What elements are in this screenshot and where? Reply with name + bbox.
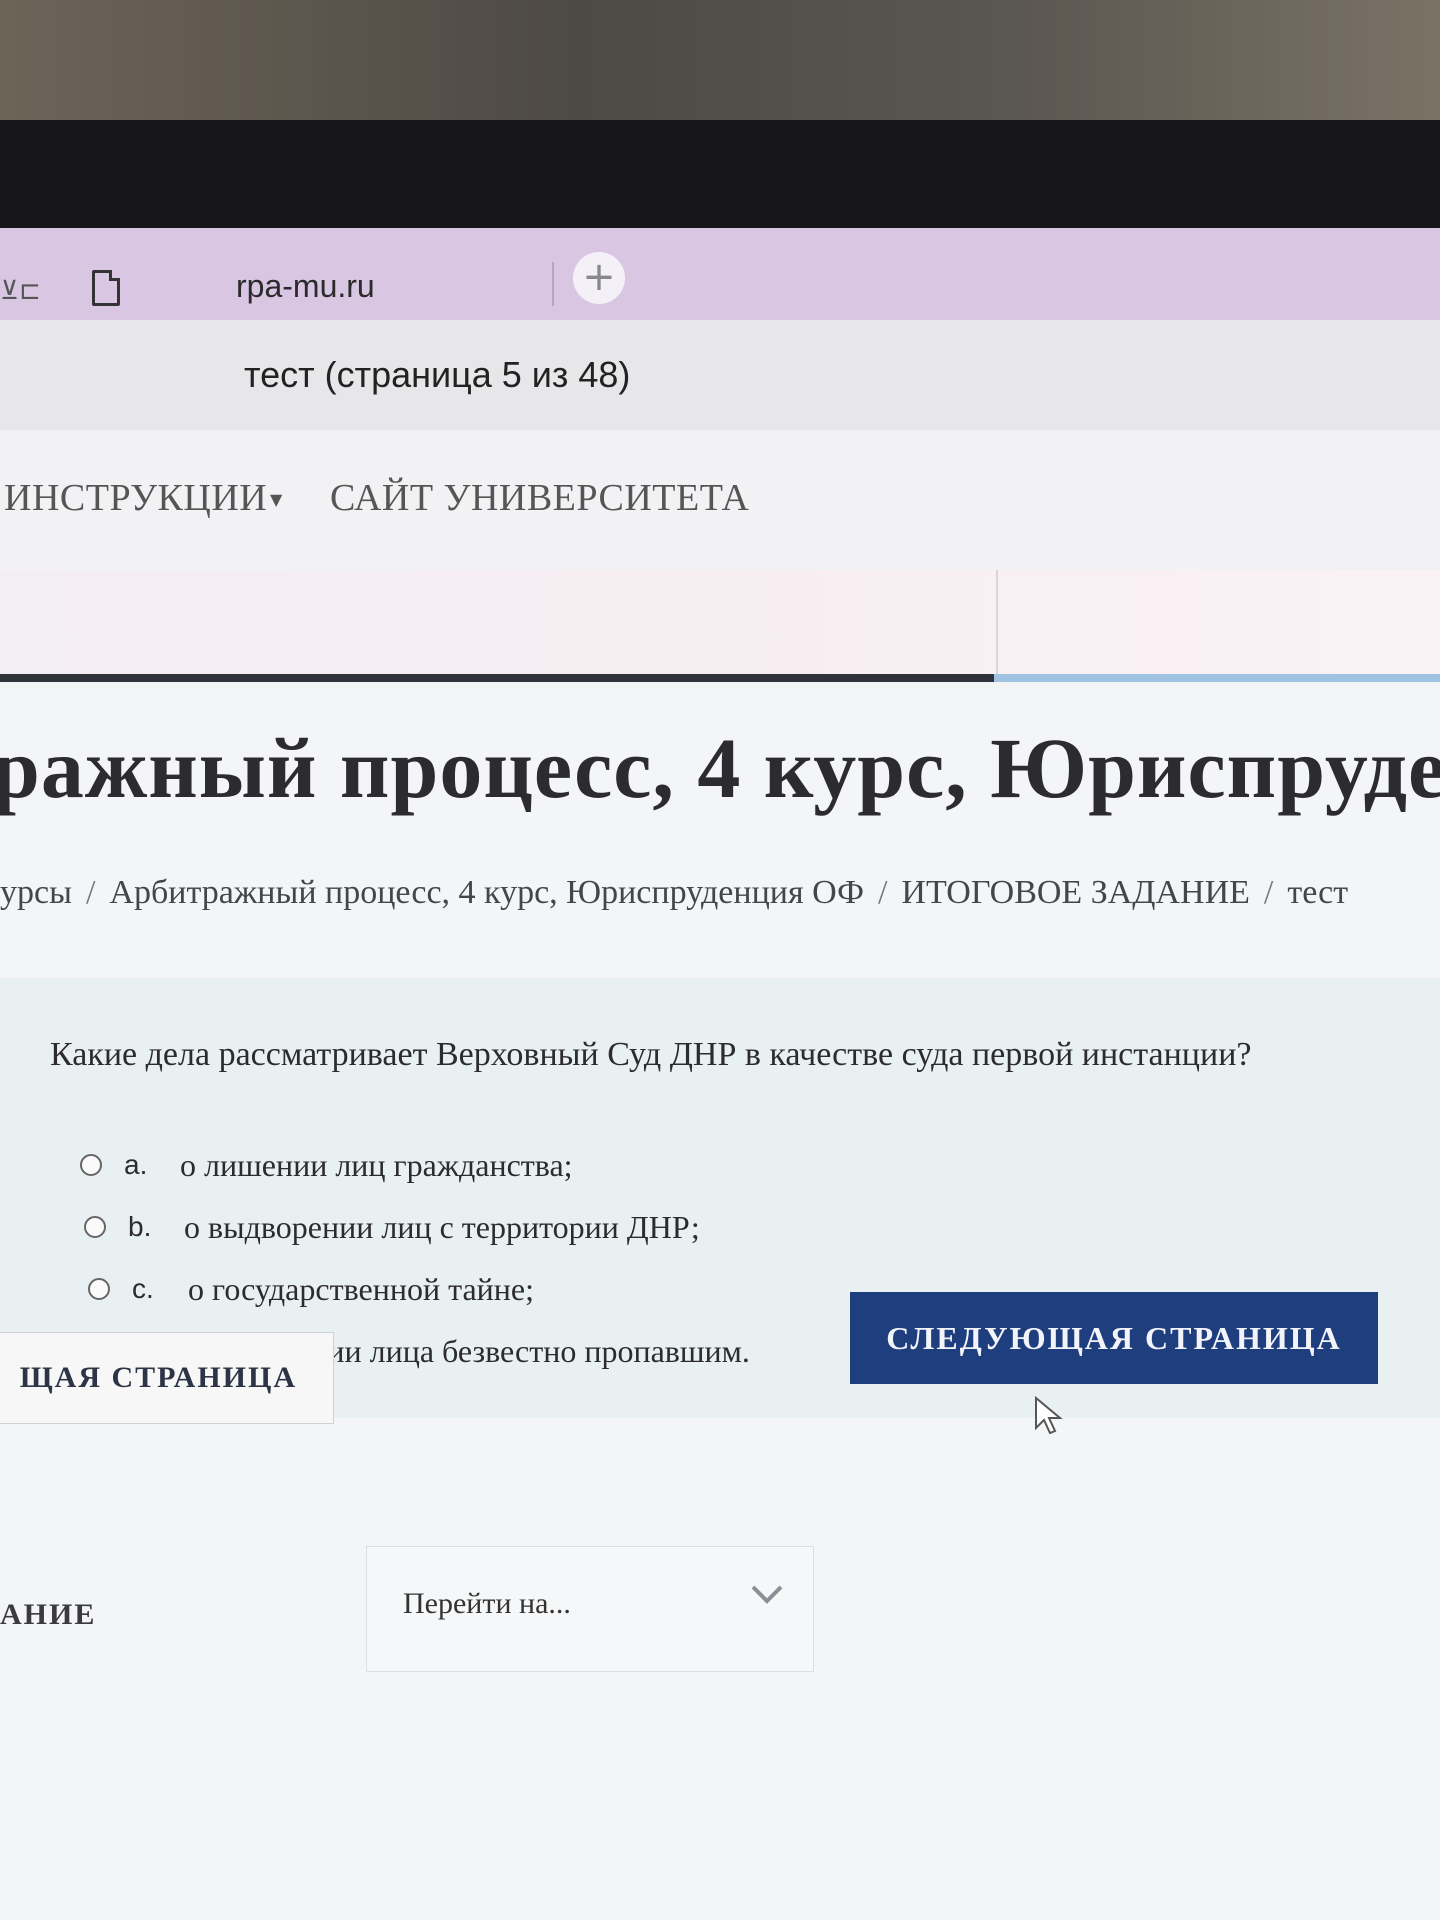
tab-left-icon[interactable]: ⊻⊏ [0,276,41,306]
room-background [0,0,1440,120]
nav-university-site[interactable]: САЙТ УНИВЕРСИТЕТА [330,476,749,520]
progress-bar [0,674,1440,682]
breadcrumb-separator: / [85,874,96,911]
browser-screen: ⊻⊏ rpa-mu.ru + тест (страница 5 из 48) И… [0,228,1440,1920]
answer-letter: c. [132,1273,154,1304]
course-title: ражный процесс, 4 курс, Юриспруде [0,720,1440,816]
site-nav: ИНСТРУКЦИИ ▼ САЙТ УНИВЕРСИТЕТА [0,430,1440,571]
breadcrumb-separator: / [1263,874,1274,911]
jump-to-select[interactable]: Перейти на... [366,1546,814,1672]
next-page-button[interactable]: СЛЕДУЮЩАЯ СТРАНИЦА [850,1292,1378,1384]
monitor-bezel [0,120,1440,230]
header-banner [0,570,1440,682]
cursor-icon [1035,1396,1063,1435]
page-title: тест (страница 5 из 48) [244,354,631,395]
answer-text[interactable]: о лишении лиц гражданства; [180,1147,573,1184]
nav-instructions[interactable]: ИНСТРУКЦИИ [4,476,267,520]
answer-option-c[interactable]: c. о государственной тайне; [88,1258,750,1320]
tab-divider [552,262,554,306]
progress-fill [0,674,994,682]
breadcrumb: урсы / Арбитражный процесс, 4 курс, Юриспр… [0,874,1348,912]
answer-option-a[interactable]: a. о лишении лиц гражданства; [80,1134,750,1196]
answer-letter: b. [128,1211,152,1242]
radio-icon[interactable] [80,1154,102,1176]
caret-down-icon[interactable]: ▼ [270,490,282,509]
breadcrumb-separator: / [877,874,888,911]
tab-domain[interactable]: rpa-mu.ru [236,268,375,305]
breadcrumb-item[interactable]: тест [1287,874,1348,911]
jump-select-label: Перейти на... [403,1587,571,1620]
tab-bar: ⊻⊏ rpa-mu.ru + [0,228,1440,320]
banner-divider [996,570,998,674]
previous-page-button[interactable]: ЩАЯ СТРАНИЦА [0,1332,334,1424]
page-icon [92,270,120,306]
footer-link[interactable]: АНИЕ [0,1598,96,1632]
breadcrumb-item[interactable]: урсы [0,874,72,911]
question-text: Какие дела рассматривает Верховный Суд Д… [50,1036,1252,1073]
answer-letter: a. [124,1149,148,1180]
answer-option-b[interactable]: b. о выдворении лиц с территории ДНР; [84,1196,750,1258]
radio-icon[interactable] [84,1216,106,1238]
answer-text[interactable]: о государственной тайне; [188,1271,534,1308]
breadcrumb-item[interactable]: Арбитражный процесс, 4 курс, Юриспруденц… [109,874,864,911]
plus-icon[interactable]: + [573,252,625,304]
radio-icon[interactable] [88,1278,110,1300]
chevron-down-icon [751,1585,783,1604]
answer-text[interactable]: о выдворении лиц с территории ДНР; [184,1209,700,1246]
breadcrumb-item[interactable]: ИТОГОВОЕ ЗАДАНИЕ [901,874,1250,911]
title-bar: тест (страница 5 из 48) [0,320,1440,430]
